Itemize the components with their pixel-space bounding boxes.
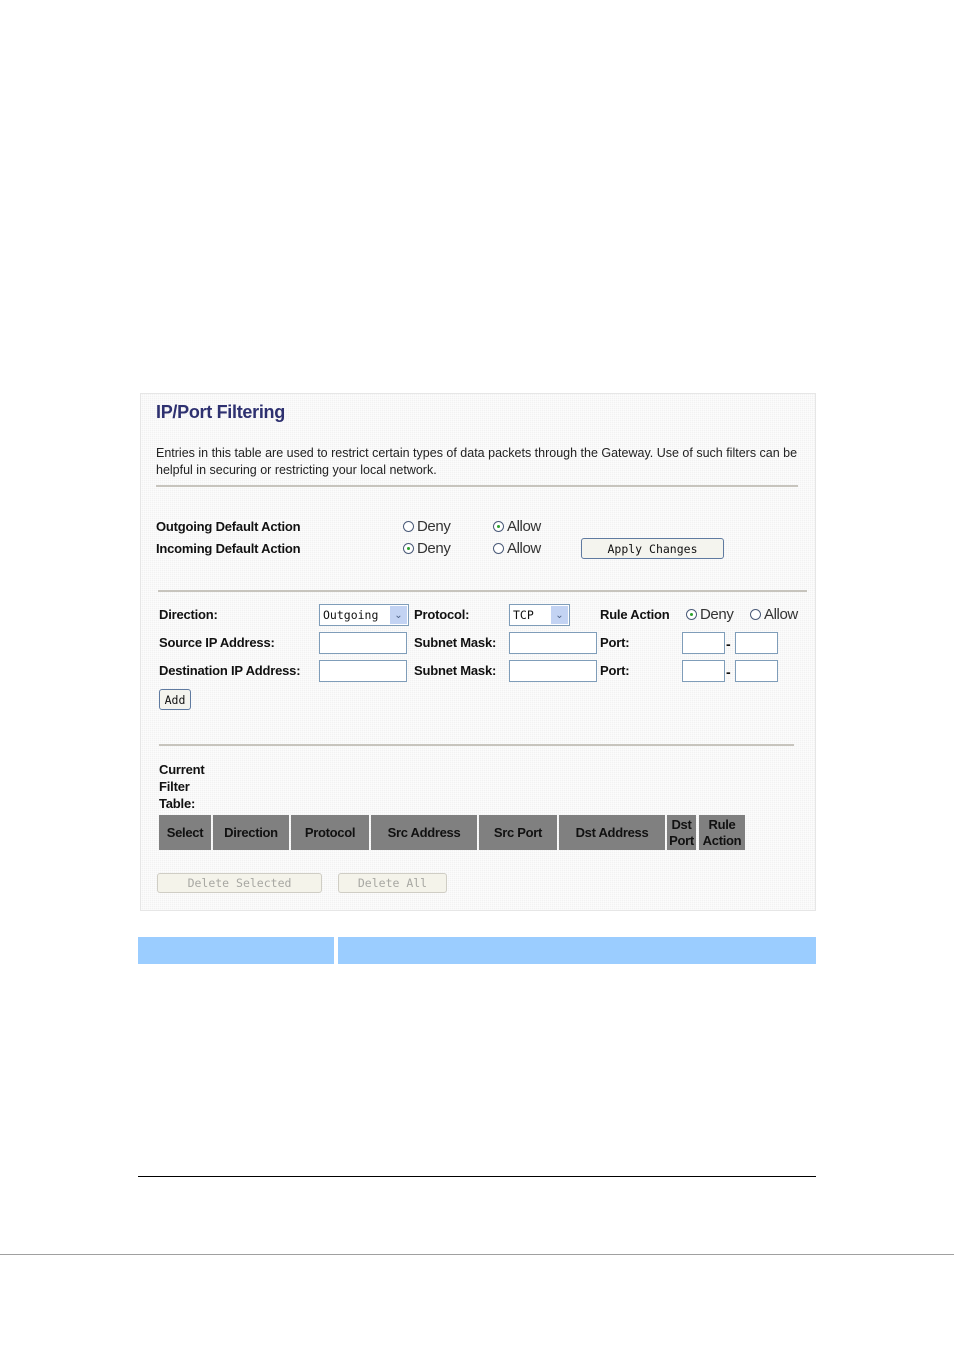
current-filter-table-label: Current Filter Table: <box>159 761 205 812</box>
radio-label: Allow <box>507 518 541 535</box>
port-range-separator: - <box>726 636 731 652</box>
column-header-rule-action: Rule Action <box>699 815 745 850</box>
rule-action-deny-radio[interactable]: Deny <box>686 606 734 623</box>
label-line: Current <box>159 762 205 777</box>
source-port-from-input[interactable] <box>682 632 725 654</box>
direction-select[interactable]: Outgoing ⌄ <box>319 604 409 626</box>
footer-rule <box>138 1176 816 1177</box>
protocol-select[interactable]: TCP ⌄ <box>509 604 570 626</box>
protocol-value: TCP <box>513 608 534 622</box>
destination-subnet-mask-input[interactable] <box>509 660 597 682</box>
label-line: Filter <box>159 779 190 794</box>
outgoing-deny-radio[interactable]: Deny <box>403 518 451 535</box>
source-port-to-input[interactable] <box>735 632 778 654</box>
table-header-cell <box>138 937 334 964</box>
destination-port-to-input[interactable] <box>735 660 778 682</box>
incoming-allow-radio[interactable]: Allow <box>493 540 541 557</box>
radio-unchecked-icon <box>403 521 414 532</box>
delete-selected-button[interactable]: Delete Selected <box>157 873 322 893</box>
incoming-deny-radio[interactable]: Deny <box>403 540 451 557</box>
page-title: IP/Port Filtering <box>156 402 285 422</box>
radio-label: Allow <box>764 606 798 623</box>
column-header-protocol: Protocol <box>291 815 369 850</box>
protocol-label: Protocol: <box>414 607 470 622</box>
column-header-dst-port: Dst Port <box>667 815 696 850</box>
incoming-default-action-label: Incoming Default Action <box>156 541 301 556</box>
divider <box>159 744 794 746</box>
add-rule-button[interactable]: Add <box>159 689 191 710</box>
radio-checked-icon <box>493 521 504 532</box>
destination-ip-input[interactable] <box>319 660 407 682</box>
delete-all-button[interactable]: Delete All <box>338 873 447 893</box>
radio-label: Deny <box>417 540 451 557</box>
radio-unchecked-icon <box>493 543 504 554</box>
source-ip-input[interactable] <box>319 632 407 654</box>
column-header-dst-address: Dst Address <box>559 815 665 850</box>
outgoing-default-action-label: Outgoing Default Action <box>156 519 301 534</box>
rule-action-label: Rule Action <box>600 607 670 622</box>
column-header-select: Select <box>159 815 211 850</box>
page-separator <box>0 1254 954 1255</box>
radio-checked-icon <box>686 609 697 620</box>
divider <box>156 485 798 487</box>
ip-port-filtering-panel: IP/Port Filtering Entries in this table … <box>140 393 816 911</box>
page-description: Entries in this table are used to restri… <box>156 446 798 477</box>
radio-unchecked-icon <box>750 609 761 620</box>
direction-label: Direction: <box>159 607 218 622</box>
destination-ip-label: Destination IP Address: <box>159 663 301 678</box>
source-subnet-mask-input[interactable] <box>509 632 597 654</box>
radio-checked-icon <box>403 543 414 554</box>
radio-label: Deny <box>700 606 734 623</box>
direction-value: Outgoing <box>323 608 379 622</box>
chevron-down-icon: ⌄ <box>390 606 407 624</box>
column-header-src-address: Src Address <box>371 815 477 850</box>
rule-action-allow-radio[interactable]: Allow <box>750 606 798 623</box>
radio-label: Deny <box>417 518 451 535</box>
outgoing-allow-radio[interactable]: Allow <box>493 518 541 535</box>
destination-port-from-input[interactable] <box>682 660 725 682</box>
column-header-src-port: Src Port <box>479 815 557 850</box>
table-header-cell <box>338 937 816 964</box>
source-ip-label: Source IP Address: <box>159 635 275 650</box>
divider <box>158 590 807 592</box>
destination-port-label: Port: <box>600 663 630 678</box>
chevron-down-icon: ⌄ <box>551 606 568 624</box>
port-range-separator: - <box>726 664 731 680</box>
source-subnet-mask-label: Subnet Mask: <box>414 635 497 650</box>
label-line: Table: <box>159 796 196 811</box>
column-header-direction: Direction <box>213 815 289 850</box>
apply-changes-button[interactable]: Apply Changes <box>581 538 724 559</box>
radio-label: Allow <box>507 540 541 557</box>
source-port-label: Port: <box>600 635 630 650</box>
destination-subnet-mask-label: Subnet Mask: <box>414 663 497 678</box>
